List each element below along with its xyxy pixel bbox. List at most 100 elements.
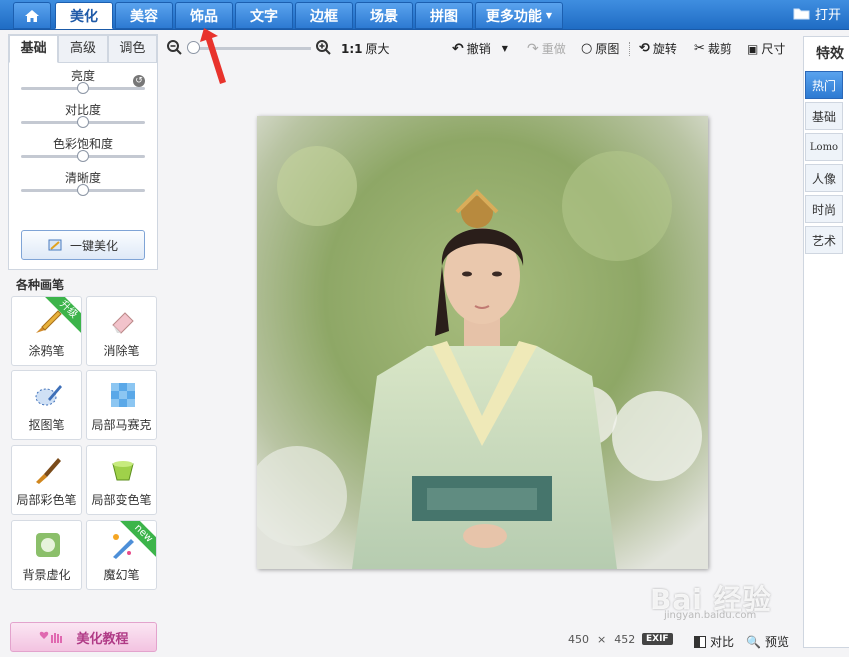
sharpness-slider[interactable]: 清晰度 <box>9 165 157 199</box>
portrait-photo <box>257 116 708 569</box>
one-key-beautify-button[interactable]: 一键美化 <box>21 230 145 260</box>
tab-beauty[interactable]: 美容 <box>115 2 173 29</box>
ratio-label: 1:1 <box>341 41 363 56</box>
local-color-brush-button[interactable]: 局部彩色笔 <box>11 445 82 515</box>
undo-button[interactable]: ↶ 撤销 ▼ <box>452 40 508 57</box>
brush-label: 魔幻笔 <box>103 568 140 582</box>
preview-label: 预览 <box>764 635 789 649</box>
brush-label: 背景虚化 <box>22 568 71 582</box>
effect-category-fashion[interactable]: 时尚 <box>805 195 843 223</box>
undo-dropdown-icon[interactable]: ▼ <box>502 44 508 53</box>
rotate-label: 旋转 <box>652 42 677 56</box>
tab-label: 文字 <box>250 8 278 25</box>
original-image-button[interactable]: ○ 原图 <box>581 40 619 57</box>
paint-bucket-icon <box>112 461 134 481</box>
tab-beautify[interactable]: 美化 <box>55 2 113 29</box>
effect-category-lomo[interactable]: Lomo <box>805 133 843 161</box>
rotate-button[interactable]: ⟲ 旋转 <box>639 40 677 57</box>
original-icon: ○ <box>581 41 593 56</box>
exif-button[interactable]: EXIF <box>642 633 673 645</box>
scissors-icon: ✂ <box>694 41 705 56</box>
paint-brush-icon <box>36 458 61 484</box>
zoom-out-icon[interactable] <box>167 40 182 55</box>
dropdown-arrow-icon: ▼ <box>545 11 553 20</box>
tab-border[interactable]: 边框 <box>295 2 353 29</box>
saturation-slider[interactable]: 色彩饱和度 <box>9 131 157 165</box>
preview-icon: 🔍 <box>746 634 761 649</box>
brush-label: 局部变色笔 <box>91 493 152 507</box>
tab-label: 饰品 <box>190 8 218 25</box>
zoom-in-icon[interactable] <box>316 40 331 55</box>
undo-icon: ↶ <box>452 40 464 57</box>
cutout-brush-button[interactable]: 抠图笔 <box>11 370 82 440</box>
background-blur-button[interactable]: 背景虚化 <box>11 520 82 590</box>
tab-accessories[interactable]: 饰品 <box>175 2 233 29</box>
exif-label: EXIF <box>642 633 673 645</box>
slider-knob[interactable] <box>77 184 89 196</box>
subtab-advanced[interactable]: 高级 <box>58 35 108 63</box>
brush-label: 局部马赛克 <box>91 418 152 432</box>
local-recolor-brush-button[interactable]: 局部变色笔 <box>86 445 157 515</box>
effect-category-art[interactable]: 艺术 <box>805 226 843 254</box>
crop-label: 裁剪 <box>707 42 732 56</box>
open-button[interactable]: 打开 <box>793 4 841 23</box>
home-icon <box>25 9 39 22</box>
preview-button[interactable]: 🔍 预览 <box>746 633 789 650</box>
resize-icon: ▣ <box>747 41 759 56</box>
brightness-slider[interactable]: 亮度 <box>9 63 157 97</box>
tab-label: 美化 <box>70 8 98 25</box>
brush-label: 抠图笔 <box>28 418 65 432</box>
subtab-basic[interactable]: 基础 <box>9 35 59 63</box>
tab-label: 美容 <box>130 8 158 25</box>
basic-adjust-panel: 基础 高级 调色 ↺ 亮度 对比度 色彩饱和度 清晰度 一键美化 <box>8 34 158 270</box>
size-label: 尺寸 <box>761 42 786 56</box>
top-nav-bar: 美化 美容 饰品 文字 边框 场景 拼图 更多功能 ▼ 打开 <box>0 0 849 30</box>
compare-button[interactable]: 对比 <box>694 633 734 650</box>
tab-more-functions[interactable]: 更多功能 ▼ <box>475 2 563 29</box>
baidu-watermark-url: jingyan.baidu.com <box>664 610 757 621</box>
actual-size-button[interactable]: 1:1 原大 <box>341 40 390 57</box>
magic-wand-icon <box>48 239 62 251</box>
canvas-toolbar: 1:1 原大 ↶ 撤销 ▼ ↷ 重做 ○ 原图 ⟲ 旋转 ✂ 裁剪 ▣ 尺寸 <box>165 36 793 62</box>
mosaic-icon <box>111 383 135 407</box>
blur-icon <box>36 533 60 557</box>
effects-title: 特效 <box>816 46 844 62</box>
redo-button[interactable]: ↷ 重做 <box>527 40 566 57</box>
photo-canvas[interactable] <box>257 116 708 569</box>
home-button[interactable] <box>13 2 51 29</box>
eraser-icon <box>112 312 134 334</box>
brush-label: 局部彩色笔 <box>16 493 77 507</box>
image-dimensions: 450 × 452 <box>568 633 635 646</box>
brush-label: 涂鸦笔 <box>28 344 65 358</box>
times-sign: × <box>597 633 607 646</box>
doodle-brush-button[interactable]: 升级 涂鸦笔 <box>11 296 82 366</box>
brush-label: 消除笔 <box>103 344 140 358</box>
effect-category-portrait[interactable]: 人像 <box>805 164 843 192</box>
tab-collage[interactable]: 拼图 <box>415 2 473 29</box>
brushes-title: 各种画笔 <box>16 278 65 292</box>
beautify-tutorial-button[interactable]: 美化教程 <box>10 622 157 652</box>
slider-knob[interactable] <box>77 150 89 162</box>
resize-button[interactable]: ▣ 尺寸 <box>747 40 785 57</box>
effect-category-basic[interactable]: 基础 <box>805 102 843 130</box>
redo-icon: ↷ <box>527 40 539 57</box>
undo-label: 撤销 <box>466 42 491 56</box>
tab-label: 边框 <box>310 8 338 25</box>
effect-category-hot[interactable]: 热门 <box>805 71 843 99</box>
redo-label: 重做 <box>541 42 566 56</box>
slider-knob[interactable] <box>77 82 89 94</box>
tab-text[interactable]: 文字 <box>235 2 293 29</box>
magic-brush-button[interactable]: new 魔幻笔 <box>86 520 157 590</box>
original-size-label: 原大 <box>365 42 390 56</box>
image-height: 452 <box>614 633 636 646</box>
tab-label: 拼图 <box>430 8 458 25</box>
folder-icon <box>793 8 810 19</box>
local-mosaic-button[interactable]: 局部马赛克 <box>86 370 157 440</box>
tab-scene[interactable]: 场景 <box>355 2 413 29</box>
slider-knob[interactable] <box>77 116 89 128</box>
subtab-color[interactable]: 调色 <box>107 35 157 63</box>
adjust-subtabs: 基础 高级 调色 <box>9 35 157 63</box>
crop-button[interactable]: ✂ 裁剪 <box>694 40 732 57</box>
eraser-brush-button[interactable]: 消除笔 <box>86 296 157 366</box>
contrast-slider[interactable]: 对比度 <box>9 97 157 131</box>
